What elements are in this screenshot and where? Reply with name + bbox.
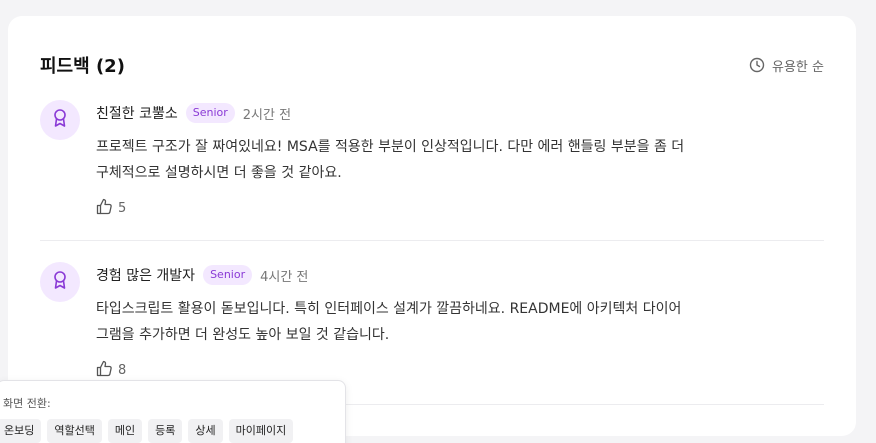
feedback-text-line: 프로젝트 구조가 잘 짜여있네요! MSA를 적용한 부분이 인상적입니다. 다… <box>96 139 685 155</box>
feedback-text-line: 타입스크립트 활용이 돋보입니다. 특히 인터페이스 설계가 깔끔하네요. RE… <box>96 301 682 317</box>
feedback-meta: 경험 많은 개발자 Senior 4시간 전 <box>96 264 308 286</box>
like-count: 8 <box>118 363 127 378</box>
award-icon <box>51 108 69 132</box>
award-icon <box>51 270 69 294</box>
feedback-meta: 친절한 코뿔소 Senior 2시간 전 <box>96 102 291 124</box>
timestamp: 4시간 전 <box>260 269 309 285</box>
switch-main-button[interactable]: 메인 <box>107 419 143 443</box>
thumbs-up-icon <box>96 360 113 381</box>
feedback-text: 타입스크립트 활용이 돋보입니다. 특히 인터페이스 설계가 깔끔하네요. RE… <box>96 296 824 348</box>
switch-register-button[interactable]: 등록 <box>148 419 183 443</box>
like-count: 5 <box>118 201 127 216</box>
avatar <box>40 262 80 302</box>
feedback-text-line: 그램을 추가하면 더 완성도 높아 보일 것 같습니다. <box>96 327 390 343</box>
screen-switcher-buttons: 온보딩 역할선택 메인 등록 상세 마이페이지 <box>0 419 294 443</box>
sort-label: 유용한 순 <box>772 59 824 75</box>
author-name: 경험 많은 개발자 <box>96 268 196 284</box>
feedback-title: 피드백 (2) <box>40 56 125 77</box>
thumbs-up-icon <box>96 198 113 219</box>
timestamp: 2시간 전 <box>242 107 292 123</box>
like-button[interactable]: 8 <box>96 360 126 381</box>
divider <box>40 240 824 241</box>
feedback-card: 피드백 (2) 유용한 순 친절한 코뿔소 Senior 2시간 전 프로젝트 … <box>8 16 856 436</box>
switch-role-select-button[interactable]: 역할선택 <box>47 419 102 443</box>
feedback-header: 피드백 (2) 유용한 순 <box>40 52 824 78</box>
sort-dropdown[interactable]: 유용한 순 <box>749 56 824 75</box>
author-name: 친절한 코뿔소 <box>96 106 178 122</box>
switch-onboarding-button[interactable]: 온보딩 <box>0 419 42 443</box>
clock-icon <box>749 57 765 73</box>
screen-switcher-label: 화면 전환: <box>3 397 51 410</box>
avatar <box>40 100 80 140</box>
feedback-text-line: 구체적으로 설명하시면 더 좋을 것 같아요. <box>96 165 342 181</box>
like-button[interactable]: 5 <box>96 198 126 219</box>
role-badge: Senior <box>185 103 235 123</box>
switch-detail-button[interactable]: 상세 <box>188 419 223 443</box>
switch-mypage-button[interactable]: 마이페이지 <box>228 419 294 443</box>
feedback-text: 프로젝트 구조가 잘 짜여있네요! MSA를 적용한 부분이 인상적입니다. 다… <box>96 134 824 186</box>
screen-switcher: 화면 전환: 온보딩 역할선택 메인 등록 상세 마이페이지 <box>0 380 346 443</box>
role-badge: Senior <box>203 265 253 285</box>
